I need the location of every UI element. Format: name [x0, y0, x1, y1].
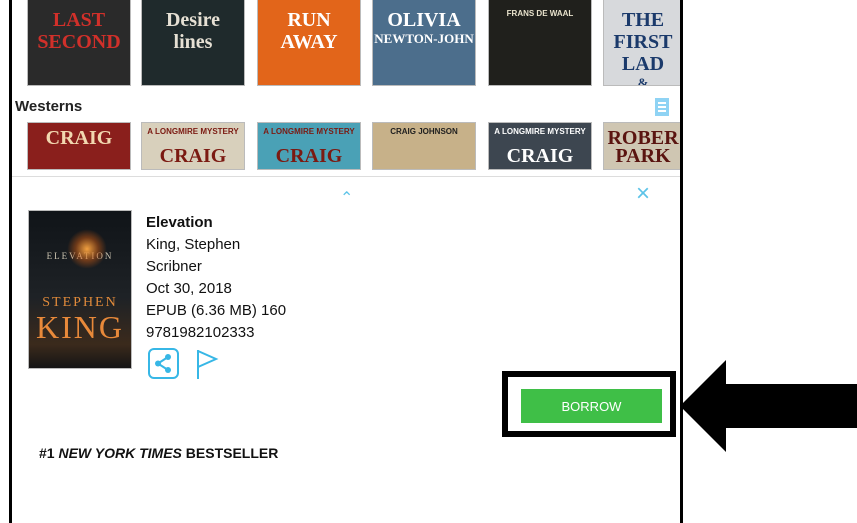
- cover-text: OLIVIA: [387, 9, 461, 31]
- book-date: Oct 30, 2018: [146, 280, 232, 297]
- book-cover[interactable]: RUN AWAY: [257, 0, 361, 86]
- book-cover[interactable]: ROBER PARK: [603, 122, 680, 170]
- cover-text: THE: [621, 9, 665, 31]
- blurb-prefix: #1: [39, 445, 59, 461]
- cover-text: FIRST: [613, 31, 673, 53]
- share-icon[interactable]: [148, 348, 179, 379]
- blurb-suffix: BESTSELLER: [181, 445, 279, 461]
- close-icon[interactable]: ×: [636, 180, 650, 208]
- cover-text: LAST: [52, 9, 106, 31]
- book-cover[interactable]: LAST SECOND: [27, 0, 131, 86]
- book-metadata: Elevation King, Stephen Scribner Oct 30,…: [146, 212, 286, 344]
- cover-text: AWAY: [280, 31, 338, 53]
- bestseller-blurb: #1 NEW YORK TIMES BESTSELLER: [39, 445, 278, 461]
- cover-text: A LONGMIRE MYSTERY: [147, 127, 239, 136]
- list-view-icon[interactable]: [655, 98, 669, 116]
- book-cover[interactable]: Desire lines: [141, 0, 245, 86]
- cover-text: LAD: [621, 53, 665, 75]
- app-window: LAST SECOND Desire lines RUN AWAY OLIVIA NEWTON…: [9, 0, 683, 523]
- borrow-button[interactable]: BORROW: [521, 389, 662, 423]
- cover-text: CRAIG: [45, 127, 113, 149]
- cover-text: CRAIG: [275, 145, 343, 167]
- cover-text: CRAIG JOHNSON: [390, 127, 458, 136]
- cover-flare: [67, 229, 107, 269]
- book-cover[interactable]: CRAIG: [27, 122, 131, 170]
- cover-text: A LONGMIRE MYSTERY: [494, 127, 586, 136]
- book-cover[interactable]: FRANS DE WAAL: [488, 0, 592, 86]
- book-isbn: 9781982102333: [146, 324, 255, 341]
- cover-text: FRANS DE WAAL: [506, 9, 574, 18]
- chevron-up-icon[interactable]: ⌃: [340, 188, 353, 208]
- book-format: EPUB (6.36 MB) 160: [146, 302, 287, 319]
- divider: [12, 176, 680, 177]
- cover-text: RUN: [287, 9, 331, 31]
- cover-text: CRAIG: [159, 145, 227, 167]
- book-cover[interactable]: A LONGMIRE MYSTERY CRAIG: [488, 122, 592, 170]
- book-title: Elevation: [146, 214, 213, 231]
- cover-text: lines: [173, 31, 213, 53]
- cover-author-last: KING: [36, 309, 124, 345]
- shelf-title: Westerns: [15, 98, 83, 115]
- cover-text: SECOND: [37, 31, 121, 53]
- book-cover[interactable]: OLIVIA NEWTON-JOHN: [372, 0, 476, 86]
- cover-text: & BRENDAN: [637, 75, 649, 86]
- cover-text: PARK: [615, 145, 671, 167]
- book-author: King, Stephen: [146, 236, 241, 253]
- cover-text: Desire: [165, 9, 221, 31]
- book-cover[interactable]: CRAIG JOHNSON: [372, 122, 476, 170]
- book-publisher: Scribner: [146, 258, 202, 275]
- flag-icon[interactable]: [195, 348, 219, 380]
- pointer-arrow-icon: [680, 360, 857, 452]
- blurb-italic: NEW YORK TIMES: [58, 445, 182, 461]
- cover-text: NEWTON-JOHN: [374, 31, 474, 46]
- book-cover[interactable]: A LONGMIRE MYSTERY CRAIG: [141, 122, 245, 170]
- book-cover[interactable]: THEFIRSTLAD& BRENDAN: [603, 0, 680, 86]
- cover-text: A LONGMIRE MYSTERY: [263, 127, 355, 136]
- book-cover[interactable]: A LONGMIRE MYSTERY CRAIG: [257, 122, 361, 170]
- book-cover: ELEVATION STEPHEN KING: [28, 210, 132, 369]
- borrow-highlight-box: BORROW: [502, 371, 676, 437]
- cover-text: CRAIG: [506, 145, 574, 167]
